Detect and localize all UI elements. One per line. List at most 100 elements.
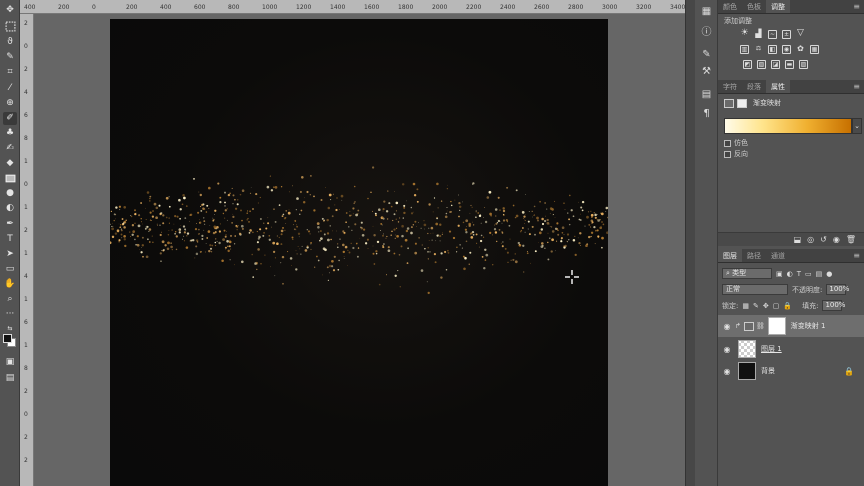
tab-swatches[interactable]: 色板	[742, 0, 766, 13]
lock-artboard-icon[interactable]: ▢	[773, 302, 780, 310]
black-white-icon[interactable]: ◧	[768, 45, 777, 54]
posterize-icon[interactable]: ▧	[757, 60, 766, 69]
layer-row[interactable]: ◉ 背景 🔒	[718, 360, 864, 382]
panel-menu-icon[interactable]: ≡	[853, 251, 860, 260]
gradient-dropdown-arrow[interactable]: ⌄	[852, 118, 862, 134]
photo-filter-icon[interactable]: ◉	[782, 45, 791, 54]
gradient-map-icon[interactable]: ▬	[785, 60, 794, 69]
tool-presets-icon[interactable]: ⚒	[700, 66, 713, 78]
visibility-eye-icon[interactable]: ◉	[718, 322, 736, 331]
link-chain-icon[interactable]: ⛓	[756, 322, 765, 330]
tab-layers[interactable]: 图层	[718, 249, 742, 262]
tab-paths[interactable]: 路径	[742, 249, 766, 262]
history-panel-icon[interactable]: ▦	[700, 6, 713, 18]
layer-row[interactable]: ◉ 图层 1	[718, 338, 864, 360]
reset-icon[interactable]: ↺	[820, 235, 827, 244]
layer-mask-icon[interactable]	[737, 98, 747, 108]
layer-name[interactable]: 渐变映射 1	[791, 321, 826, 331]
document-canvas[interactable]	[110, 19, 608, 486]
visibility-eye-icon[interactable]: ◉	[718, 345, 736, 354]
tab-color[interactable]: 颜色	[718, 0, 742, 13]
layer-name[interactable]: 图层 1	[761, 344, 782, 354]
layer-name[interactable]: 背景	[761, 366, 775, 376]
layer-thumbnail[interactable]	[738, 340, 756, 358]
reverse-option[interactable]: 反向	[724, 149, 748, 159]
blur-tool-icon[interactable]: ●	[3, 187, 17, 200]
vibrance-icon[interactable]: ▽	[796, 29, 805, 39]
tab-properties[interactable]: 属性	[766, 80, 790, 93]
zoom-tool-icon[interactable]: ⌕	[3, 293, 17, 306]
brush-settings-icon[interactable]: ✎	[700, 49, 713, 61]
lock-all-icon[interactable]: 🔒	[783, 302, 792, 310]
lasso-tool-icon[interactable]: ϑ	[3, 36, 17, 49]
brush-tool-icon[interactable]: ✐	[3, 112, 17, 125]
filter-shape-icon[interactable]: ▭	[805, 270, 812, 278]
selective-color-icon[interactable]: ▨	[799, 60, 808, 69]
blend-mode-select[interactable]: 正常	[722, 284, 788, 295]
lock-transparent-icon[interactable]: ▦	[742, 302, 749, 310]
more-tools-icon[interactable]: ···	[3, 308, 17, 321]
curves-icon[interactable]: ~	[768, 30, 777, 39]
filter-smart-icon[interactable]: ▤	[816, 270, 823, 278]
character-panel-icon[interactable]: ▤	[700, 89, 713, 101]
filter-pixel-icon[interactable]: ▣	[776, 270, 783, 278]
hand-tool-icon[interactable]: ✋	[3, 278, 17, 291]
text-tool-icon[interactable]: T	[3, 233, 17, 246]
lock-position-icon[interactable]: ✥	[763, 302, 769, 310]
channel-mixer-icon[interactable]: ✿	[796, 45, 805, 54]
color-balance-icon[interactable]: ⚖	[754, 45, 763, 54]
color-lookup-icon[interactable]: ▦	[810, 45, 819, 54]
brightness-icon[interactable]: ☀	[740, 29, 749, 39]
screen-mode-icon[interactable]: ▤	[3, 372, 17, 385]
eraser-tool-icon[interactable]: ◆	[3, 157, 17, 170]
dither-option[interactable]: 仿色	[724, 138, 748, 148]
panel-menu-icon[interactable]: ≡	[853, 82, 860, 91]
marquee-tool-icon[interactable]	[3, 20, 17, 33]
reverse-checkbox[interactable]	[724, 150, 731, 158]
healing-tool-icon[interactable]: ⊕	[3, 97, 17, 110]
stamp-tool-icon[interactable]: ♣	[3, 127, 17, 140]
quick-select-tool-icon[interactable]: ✎	[3, 51, 17, 64]
view-previous-icon[interactable]: ◎	[807, 235, 814, 244]
gradient-map-preview[interactable]	[724, 118, 852, 134]
vertical-scrollbar[interactable]	[685, 0, 695, 486]
layer-thumbnail[interactable]	[738, 362, 756, 380]
eyedropper-tool-icon[interactable]: ⁄	[3, 82, 17, 95]
quick-mask-icon[interactable]: ▣	[3, 356, 17, 369]
tab-paragraph[interactable]: 段落	[742, 80, 766, 93]
path-select-tool-icon[interactable]: ➤	[3, 248, 17, 261]
invert-icon[interactable]: ◩	[743, 60, 752, 69]
layer-filter-select[interactable]: ⌕ 类型	[722, 268, 772, 279]
tab-character[interactable]: 字符	[718, 80, 742, 93]
dither-checkbox[interactable]	[724, 139, 731, 147]
crop-tool-icon[interactable]: ⌗	[3, 66, 17, 79]
paragraph-panel-icon[interactable]: ¶	[700, 108, 713, 120]
exposure-icon[interactable]: ±	[782, 30, 791, 39]
lock-pixels-icon[interactable]: ✎	[753, 302, 759, 310]
pen-tool-icon[interactable]: ✒	[3, 218, 17, 231]
gradient-tool-icon[interactable]	[3, 172, 17, 185]
info-panel-icon[interactable]: ⓘ	[700, 27, 713, 39]
tab-channels[interactable]: 通道	[766, 249, 790, 262]
visibility-eye-icon[interactable]: ◉	[718, 367, 736, 376]
delete-adjustment-icon[interactable]: 🗑	[846, 235, 856, 244]
clip-to-layer-icon[interactable]: ⬓	[794, 235, 802, 244]
filter-adjustment-icon[interactable]: ◐	[787, 270, 793, 278]
fill-input[interactable]: 100%	[822, 300, 845, 311]
canvas-workspace[interactable]	[34, 14, 685, 486]
visibility-icon[interactable]: ◉	[833, 235, 840, 244]
dodge-tool-icon[interactable]: ◐	[3, 202, 17, 215]
opacity-input[interactable]: 100%	[826, 284, 849, 295]
filter-toggle-icon[interactable]: ●	[826, 270, 832, 278]
history-brush-tool-icon[interactable]: ✍	[3, 142, 17, 155]
hue-saturation-icon[interactable]: ▥	[740, 45, 749, 54]
threshold-icon[interactable]: ◪	[771, 60, 780, 69]
levels-icon[interactable]: ▟	[754, 30, 763, 39]
tab-adjustments[interactable]: 调整	[766, 0, 790, 13]
foreground-color-swatch[interactable]	[3, 334, 12, 343]
panel-menu-icon[interactable]: ≡	[853, 2, 860, 11]
move-tool-icon[interactable]: ✥	[3, 4, 17, 17]
shape-tool-icon[interactable]: ▭	[3, 263, 17, 276]
layer-mask-thumbnail[interactable]	[767, 317, 786, 335]
filter-type-icon[interactable]: T	[797, 270, 801, 278]
